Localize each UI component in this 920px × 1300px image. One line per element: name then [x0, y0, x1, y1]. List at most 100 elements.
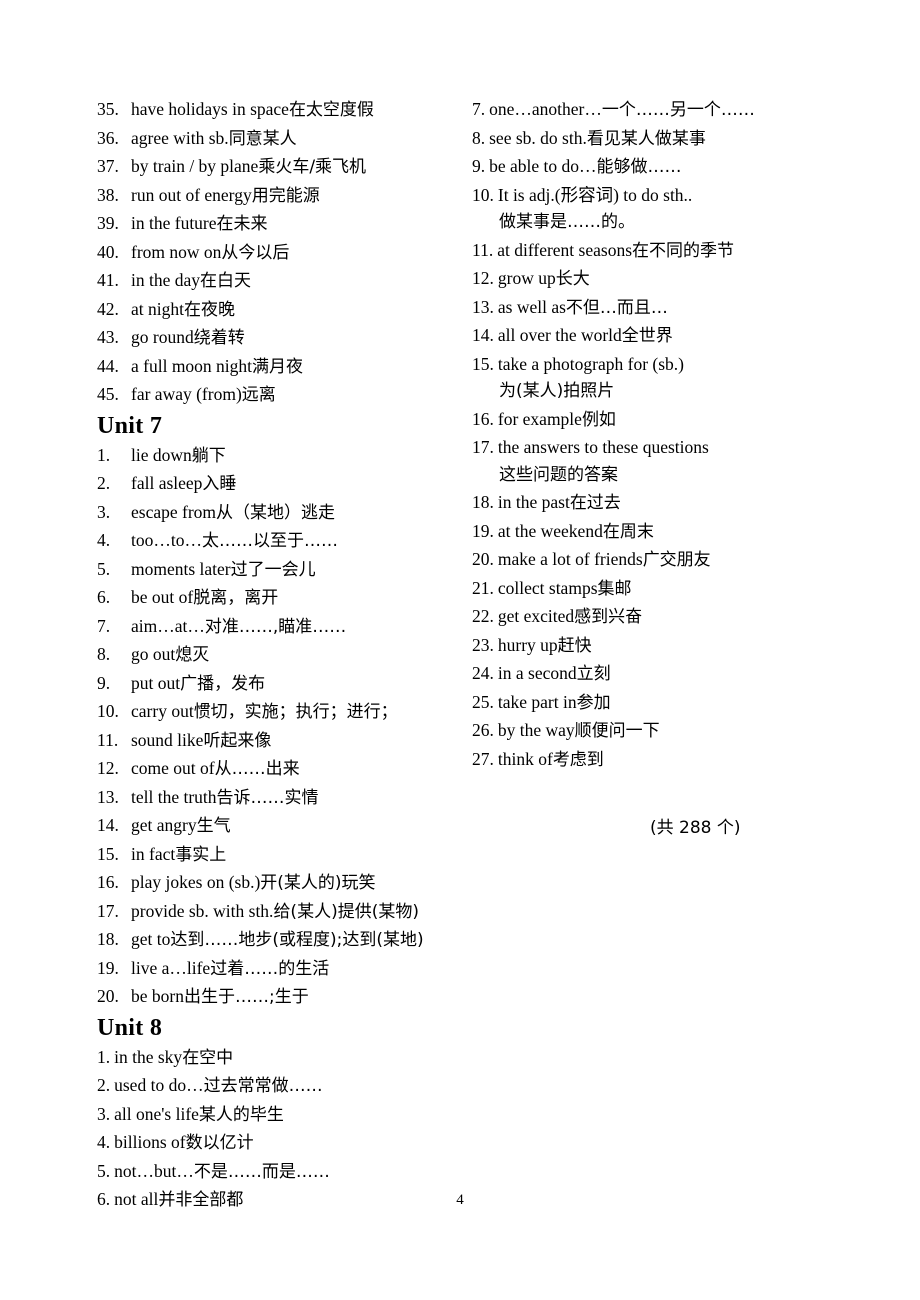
phrase-number: 24. — [472, 663, 494, 683]
phrase-english: take a photograph for (sb.) — [497, 353, 684, 374]
phrase-chinese: 过着……的生活 — [210, 958, 330, 979]
phrase-item: 43. go round 绕着转 — [97, 324, 467, 353]
phrase-chinese: 用完能源 — [251, 185, 320, 206]
phrase-number: 8. — [472, 127, 486, 148]
phrase-item: 3. escape from 从（某地）逃走 — [97, 499, 467, 528]
phrase-number: 36. — [97, 127, 119, 148]
phrase-item: 11. at different seasons 在不同的季节 — [472, 237, 852, 266]
phrase-english: see sb. do sth. — [489, 127, 587, 148]
phrase-number: 12. — [97, 758, 119, 778]
phrase-item: 14. get angry 生气 — [97, 812, 467, 841]
phrase-english: used to do… — [114, 1075, 204, 1095]
phrase-number: 39. — [97, 213, 119, 233]
phrase-chinese: 能够做…… — [596, 157, 682, 177]
phrase-number: 37. — [97, 156, 119, 176]
phrase-number: 20. — [472, 549, 494, 569]
phrase-number: 8. — [97, 644, 111, 664]
phrase-chinese: 顺便问一下 — [574, 721, 660, 741]
phrase-english: grow up — [497, 268, 556, 288]
phrase-list-unit8: 1. in the sky 在空中 2. used to do… 过去常常做…… 3. a… — [97, 1044, 467, 1215]
phrase-item: 23. hurry up 赶快 — [472, 632, 852, 661]
phrase-number: 7. — [472, 99, 486, 119]
phrase-english: carry out — [131, 701, 194, 721]
phrase-item: 16. for example 例如 — [472, 406, 852, 435]
left-text-column: 35. have holidays in space 在太空度假 36. agree … — [97, 96, 467, 1215]
phrase-item: 42. at night 在夜晚 — [97, 296, 467, 325]
phrase-chinese: 感到兴奋 — [574, 607, 643, 627]
phrase-number: 7. — [97, 615, 111, 636]
phrase-number: 41. — [97, 270, 119, 290]
phrase-number: 45. — [97, 384, 119, 404]
phrase-item: 14. all over the world 全世界 — [472, 322, 852, 351]
phrase-english: lie down — [131, 444, 192, 465]
phrase-chinese: 例如 — [581, 409, 616, 430]
phrase-number: 16. — [472, 408, 494, 429]
phrase-number: 19. — [97, 957, 119, 978]
phrase-english: run out of energy — [131, 184, 252, 205]
phrase-chinese: 立刻 — [576, 664, 611, 684]
phrase-item: 10. carry out 惯切，实施；执行；进行； — [97, 698, 467, 727]
phrase-item: 13. as well as 不但…而且… — [472, 294, 852, 323]
phrase-english: at night — [131, 298, 184, 319]
phrase-chinese: 远离 — [241, 385, 276, 405]
phrase-english: It is adj.(形容词) to do sth.. — [497, 184, 693, 205]
phrase-english: moments later — [131, 558, 231, 579]
phrase-item: 18. get to 达到……地步(或程度);达到(某地) — [97, 926, 467, 955]
phrase-number: 19. — [472, 520, 494, 541]
phrase-number: 5. — [97, 1160, 111, 1181]
phrase-chinese: 告诉……实情 — [216, 787, 319, 808]
phrase-item: 10. It is adj.(形容词) to do sth.. 做某事是……的。 — [472, 182, 852, 237]
phrase-chinese: 绕着转 — [193, 328, 245, 348]
phrase-english: tell the truth — [131, 786, 217, 807]
phrase-chinese: 在过去 — [569, 493, 621, 513]
phrase-item: 21. collect stamps 集邮 — [472, 575, 852, 604]
phrase-chinese: 看见某人做某事 — [586, 128, 706, 149]
phrase-chinese: 熄灭 — [175, 645, 210, 665]
phrase-english: take part in — [497, 691, 577, 712]
phrase-chinese: 脱离，离开 — [193, 588, 279, 608]
phrase-english: sound like — [131, 729, 204, 750]
phrase-chinese: 参加 — [576, 692, 611, 713]
phrase-item: 17. the answers to these questions 这些问题的答案 — [472, 434, 852, 489]
phrase-english: not…but… — [114, 1160, 194, 1181]
phrase-item: 8. see sb. do sth. 看见某人做某事 — [472, 125, 852, 154]
phrase-number: 13. — [97, 786, 119, 807]
phrase-english: be able to do… — [489, 156, 597, 176]
phrase-chinese: 在白天 — [200, 271, 252, 291]
phrase-item: 19. at the weekend 在周末 — [472, 518, 852, 547]
phrase-english: put out — [131, 672, 181, 693]
phrase-english: for example — [497, 408, 582, 429]
phrase-chinese-continuation: 这些问题的答案 — [499, 464, 618, 485]
phrase-item: 39. in the future 在未来 — [97, 210, 467, 239]
phrase-number: 1. — [97, 1046, 111, 1067]
phrase-english: by the way — [497, 720, 575, 740]
phrase-chinese: 在不同的季节 — [632, 240, 735, 261]
phrase-chinese: 对准……,瞄准…… — [204, 616, 347, 637]
phrase-item: 9. put out 广播，发布 — [97, 670, 467, 699]
phrase-chinese-continuation: 为(某人)拍照片 — [499, 381, 615, 401]
phrase-item: 2. fall asleep 入睡 — [97, 470, 467, 499]
phrase-english: in the future — [131, 213, 217, 233]
phrase-english: fall asleep — [131, 473, 203, 493]
phrase-english: by train / by plane — [131, 156, 259, 176]
phrase-number: 3. — [97, 1103, 111, 1124]
phrase-item: 36. agree with sb. 同意某人 — [97, 125, 467, 154]
phrase-english: be born — [131, 986, 184, 1006]
phrase-english: come out of — [131, 758, 215, 778]
document-page: 35. have holidays in space 在太空度假 36. agree … — [0, 0, 920, 1300]
phrase-number: 22. — [472, 606, 494, 626]
phrase-chinese: 一个……另一个…… — [601, 100, 755, 120]
phrase-number: 23. — [472, 634, 494, 655]
phrase-item: 44. a full moon night 满月夜 — [97, 353, 467, 382]
phrase-number: 4. — [97, 1132, 111, 1152]
phrase-number: 4. — [97, 530, 111, 550]
phrase-item: 7. aim…at… 对准……,瞄准…… — [97, 613, 467, 642]
phrase-chinese: 广交朋友 — [642, 550, 711, 570]
phrase-number: 26. — [472, 720, 494, 740]
phrase-english: go round — [131, 327, 194, 347]
phrase-chinese: 广播，发布 — [180, 673, 266, 694]
phrase-list-continued-unit8: 7. one…another…一个……另一个…… 8. see sb. do sth.… — [472, 96, 852, 774]
phrase-english: have holidays in space — [131, 99, 289, 119]
phrase-item: 11. sound like 听起来像 — [97, 727, 467, 756]
phrase-english: in the sky — [114, 1046, 183, 1067]
